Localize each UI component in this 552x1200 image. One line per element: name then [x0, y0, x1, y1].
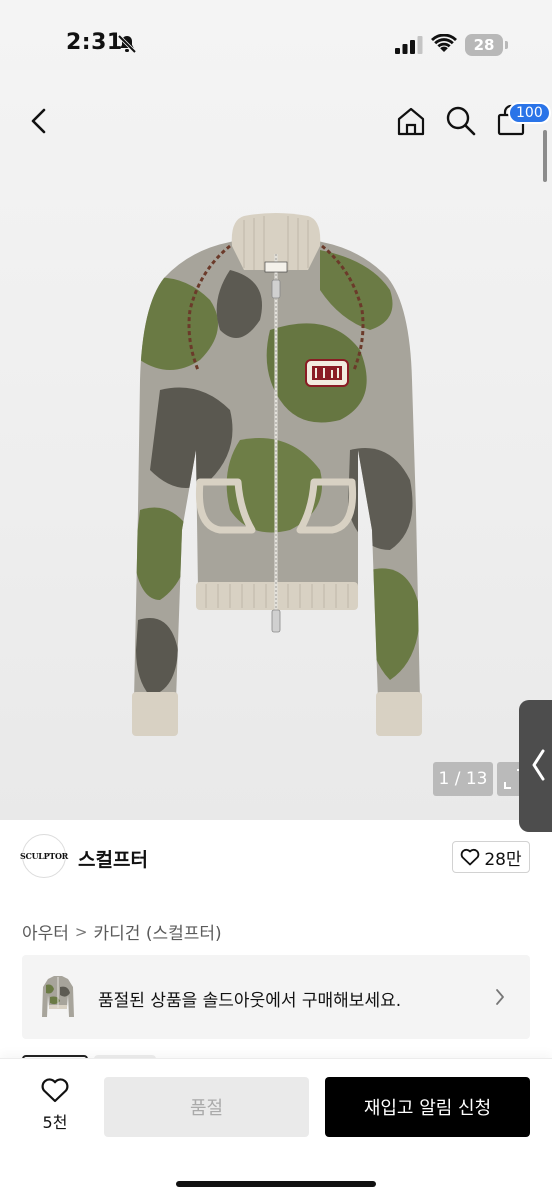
- breadcrumb: 아우터 > 카디건 (스컬프터): [22, 919, 222, 945]
- brand-name[interactable]: 스컬프터: [78, 845, 148, 872]
- status-time: 2:31: [66, 30, 123, 55]
- brand-logo[interactable]: SCULPTOR: [20, 834, 68, 878]
- heart-icon: [461, 848, 480, 866]
- battery-indicator: 28: [465, 34, 503, 56]
- wifi-icon: [431, 34, 457, 52]
- breadcrumb-separator: >: [74, 922, 88, 941]
- heart-icon: [41, 1078, 69, 1103]
- chevron-left-icon: [532, 749, 545, 781]
- wishlist-button[interactable]: 5천: [32, 1077, 78, 1133]
- soldout-button: 품절: [104, 1077, 309, 1137]
- promo-text: 품절된 상품을 솔드아웃에서 구매해보세요.: [98, 991, 402, 1011]
- home-icon[interactable]: [394, 104, 428, 138]
- soldout-promo-banner[interactable]: 품절된 상품을 솔드아웃에서 구매해보세요.: [22, 955, 530, 1039]
- cart-count-badge: 100: [508, 102, 551, 124]
- promo-product-thumbnail: [42, 976, 74, 1017]
- product-page: 2:31 28 100 1 / 13 SCULPTOR 스컬프터 28만 아우터…: [0, 0, 552, 1200]
- brand-like-button[interactable]: 28만: [452, 841, 530, 873]
- restock-alert-button[interactable]: 재입고 알림 신청: [325, 1077, 530, 1137]
- brand-like-count: 28만: [484, 849, 522, 870]
- home-indicator: [176, 1181, 376, 1187]
- scrollbar-thumb[interactable]: [543, 130, 547, 182]
- breadcrumb-item-cardigan[interactable]: 카디건 (스컬프터): [94, 919, 222, 944]
- product-image[interactable]: [120, 210, 432, 750]
- image-counter: 1 / 13: [433, 762, 493, 796]
- battery-nub: [505, 41, 508, 49]
- signal-icon: [395, 36, 423, 54]
- back-arrow-icon[interactable]: [24, 104, 54, 138]
- bottom-action-bar: 5천 품절 재입고 알림 신청: [0, 1058, 552, 1200]
- search-icon[interactable]: [444, 104, 478, 138]
- chevron-right-icon: [496, 989, 504, 1005]
- breadcrumb-item-outer[interactable]: 아우터: [22, 919, 69, 944]
- status-bar: 2:31 28: [0, 0, 552, 90]
- product-hero: 2:31 28 100 1 / 13: [0, 0, 552, 832]
- bell-mute-icon: [117, 34, 137, 54]
- side-drawer-handle[interactable]: [519, 700, 552, 832]
- wishlist-count: 5천: [42, 1113, 68, 1132]
